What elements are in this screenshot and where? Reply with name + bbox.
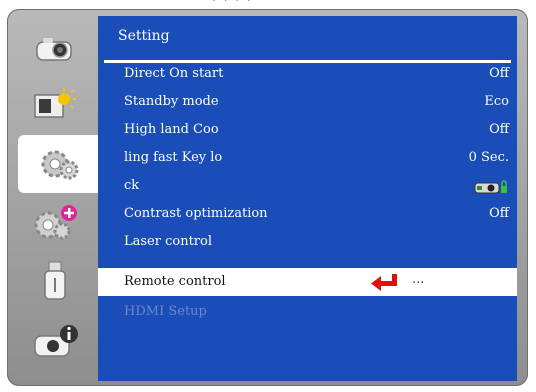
advanced-settings-gears-icon [34,205,77,240]
menu-label: HDMI Setup [124,304,207,319]
sidebar-item-projector[interactable] [12,19,98,77]
menu-label: Laser control [124,234,212,249]
top-strip: · · · · [0,0,536,8]
menu-label: High land Coo [124,122,219,137]
sidebar-item-information[interactable] [12,313,98,371]
settings-panel: Setting Direct On start Off Standby mode… [98,16,517,381]
submenu-ellipsis: ... [412,272,425,287]
menu-value: Eco [484,94,509,109]
menu-row-standby-mode[interactable]: Standby mode Eco [98,88,517,116]
menu-value: Off [489,66,509,81]
top-cut-text: · · · · [212,0,253,7]
menu-row-laser-control[interactable]: Laser control [98,228,517,256]
menu-label: Contrast optimization [124,206,268,221]
projector-lock-icon [474,180,507,194]
menu-row-cooling-fast[interactable]: ling fast Key lo 0 Sec. [98,144,517,172]
information-icon [34,325,78,357]
menu-row-high-land[interactable]: High land Coo Off [98,116,517,144]
menu-row-contrast-optimization[interactable]: Contrast optimization Off [98,200,517,228]
menu-label: Direct On start [124,66,224,81]
enter-arrow-icon [371,274,397,291]
menu-value: 0 Sec. [468,150,509,165]
menu-label: Remote control [124,274,226,289]
sidebar-item-advanced[interactable] [12,193,98,251]
sidebar-item-setting[interactable] [18,135,102,193]
panel-title: Setting [118,28,170,44]
menu-label: Standby mode [124,94,219,109]
menu-value: Off [489,122,509,137]
menu-value: Off [489,206,509,221]
menu-label: ck [124,178,140,193]
settings-gears-icon [41,150,79,180]
usb-icon [44,261,66,300]
menu-row-hdmi-setup: HDMI Setup [98,298,517,326]
menu-row-key-lock[interactable]: ck [98,172,517,200]
menu-sidebar [12,17,102,383]
menu-row-direct-on-start[interactable]: Direct On start Off [98,60,517,88]
picture-adjust-icon [34,88,76,118]
menu-label: ling fast Key lo [124,150,223,165]
projector-icon [36,38,72,61]
sidebar-item-usb[interactable] [12,253,98,311]
sidebar-item-picture[interactable] [12,77,98,135]
menu-row-remote-control[interactable]: Remote control ... [98,268,517,296]
